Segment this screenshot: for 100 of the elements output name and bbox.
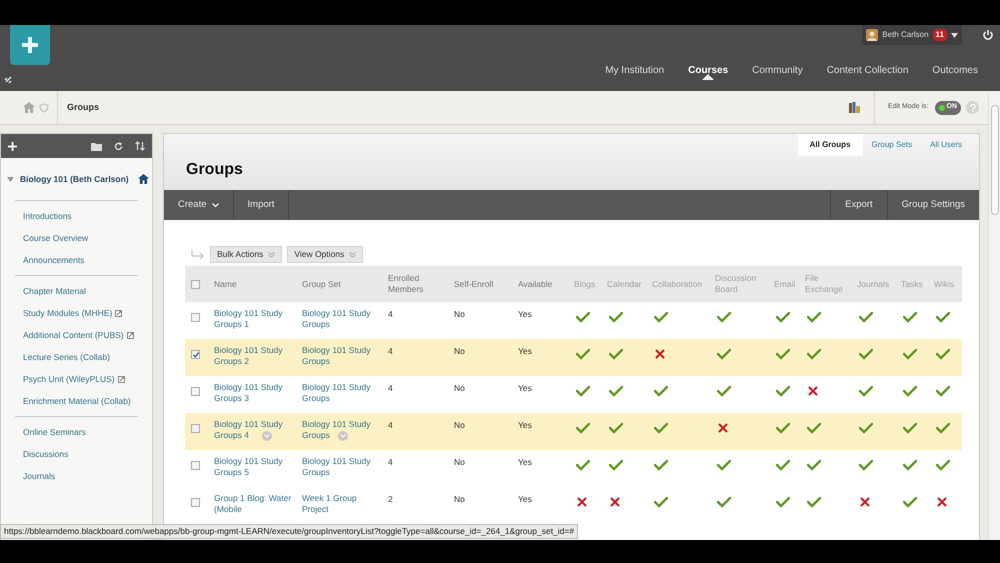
dropdown-button[interactable]: Bulk Actions <box>210 246 282 263</box>
sidebar-link[interactable]: Chapter Material <box>23 284 86 298</box>
sidebar-link[interactable]: Lecture Series (Collab) <box>23 350 110 364</box>
check-icon[interactable] <box>654 422 668 434</box>
check-icon[interactable] <box>576 348 590 360</box>
column-header[interactable]: Group Set <box>302 278 386 290</box>
check-icon[interactable] <box>609 385 623 397</box>
sidebar-link[interactable]: Discussions <box>23 448 68 460</box>
checkbox[interactable] <box>191 280 200 289</box>
folder-icon[interactable] <box>91 142 102 150</box>
checkbox[interactable] <box>191 313 200 322</box>
scrollbar[interactable] <box>988 91 1000 540</box>
cross-icon[interactable] <box>609 496 621 508</box>
check-icon[interactable] <box>936 459 950 471</box>
check-icon[interactable] <box>576 311 590 323</box>
nav-tab[interactable]: Outcomes <box>932 65 978 76</box>
checkbox[interactable] <box>191 350 200 360</box>
sidebar-link[interactable]: Study Modules (MHHE) <box>23 306 112 320</box>
nav-tab[interactable]: Courses <box>688 65 728 76</box>
sort-icon[interactable] <box>135 141 145 151</box>
check-icon[interactable] <box>609 422 623 434</box>
check-icon[interactable] <box>576 422 590 434</box>
checkbox[interactable] <box>191 424 200 434</box>
group-set-link[interactable]: Biology 101 Study Groups <box>302 456 382 478</box>
check-icon[interactable] <box>576 385 590 397</box>
group-set-link[interactable]: Biology 101 Study Groups <box>302 345 382 367</box>
check-icon[interactable] <box>576 459 590 471</box>
check-icon[interactable] <box>717 348 731 360</box>
collapse-icon[interactable] <box>7 176 14 182</box>
tab[interactable]: All Groups <box>798 134 863 156</box>
check-icon[interactable] <box>936 385 950 397</box>
cross-icon[interactable] <box>576 496 588 508</box>
sidebar-link[interactable]: Online Seminars <box>23 426 86 438</box>
action-button[interactable]: Create <box>164 190 234 220</box>
nav-tab[interactable]: My Institution <box>605 65 664 76</box>
check-icon[interactable] <box>903 348 917 360</box>
check-icon[interactable] <box>654 496 668 508</box>
logo-icon[interactable] <box>10 25 50 65</box>
check-icon[interactable] <box>903 311 917 323</box>
check-icon[interactable] <box>654 311 668 323</box>
check-icon[interactable] <box>776 385 790 397</box>
sidebar-link[interactable]: Journals <box>23 470 56 482</box>
check-icon[interactable] <box>807 311 821 323</box>
column-header[interactable]: Enrolled Members <box>388 273 452 295</box>
group-name-link[interactable]: Biology 101 Study Groups 2 <box>214 345 296 367</box>
check-icon[interactable] <box>807 459 821 471</box>
group-name-link[interactable]: Biology 101 Study Groups 3 <box>214 382 296 404</box>
cross-icon[interactable] <box>936 496 948 508</box>
check-icon[interactable] <box>859 385 873 397</box>
column-header[interactable]: Available <box>518 278 572 290</box>
check-icon[interactable] <box>859 459 873 471</box>
home-icon[interactable] <box>138 174 149 184</box>
caret-icon[interactable] <box>951 32 958 38</box>
sidebar-link[interactable]: Announcements <box>23 254 84 266</box>
cross-icon[interactable] <box>717 422 729 434</box>
column-header[interactable]: Self-Enroll <box>454 278 516 290</box>
check-icon[interactable] <box>717 496 731 508</box>
check-icon[interactable] <box>936 311 950 323</box>
nav-tab[interactable]: Content Collection <box>826 65 908 76</box>
tab[interactable]: All Users <box>920 134 971 156</box>
check-icon[interactable] <box>903 496 917 508</box>
column-header[interactable]: Name <box>214 278 300 290</box>
check-icon[interactable] <box>654 385 668 397</box>
action-button[interactable]: Export <box>830 190 887 220</box>
check-icon[interactable] <box>776 459 790 471</box>
sidebar-link[interactable]: Enrichment Material (Collab) <box>23 394 131 408</box>
check-icon[interactable] <box>776 311 790 323</box>
checkbox[interactable] <box>191 498 200 508</box>
check-icon[interactable] <box>903 422 917 434</box>
check-icon[interactable] <box>859 348 873 360</box>
cross-icon[interactable] <box>807 385 819 397</box>
power-icon[interactable] <box>982 29 994 41</box>
course-title[interactable]: Biology 101 (Beth Carlson) <box>20 172 129 186</box>
group-set-link[interactable]: Biology 101 Study Groups <box>302 382 382 404</box>
check-icon[interactable] <box>807 496 821 508</box>
check-icon[interactable] <box>717 311 731 323</box>
check-icon[interactable] <box>776 422 790 434</box>
nav-tab[interactable]: Community <box>752 65 803 76</box>
notification-badge[interactable]: 11 <box>932 29 947 41</box>
check-icon[interactable] <box>903 459 917 471</box>
sidebar-link[interactable]: Introductions <box>23 210 72 222</box>
group-set-link[interactable]: Biology 101 Study Groups <box>302 308 382 330</box>
refresh-icon[interactable] <box>114 142 123 150</box>
check-icon[interactable] <box>717 459 731 471</box>
sidebar-link[interactable]: Psych Unit (WileyPLUS) <box>23 372 115 386</box>
action-button[interactable]: Group Settings <box>886 190 979 220</box>
user-name[interactable]: Beth Carlson <box>882 29 929 41</box>
check-icon[interactable] <box>609 459 623 471</box>
add-icon[interactable] <box>8 142 17 150</box>
group-name-link[interactable]: Biology 101 Study Groups 5 <box>214 456 296 478</box>
group-set-link[interactable]: Biology 101 Study Groups <box>302 419 382 441</box>
dropdown-button[interactable]: View Options <box>287 246 364 263</box>
group-set-link[interactable]: Week 1 Group Project <box>302 493 382 515</box>
check-icon[interactable] <box>807 348 821 360</box>
check-icon[interactable] <box>776 348 790 360</box>
group-name-link[interactable]: Biology 101 Study Groups 1 <box>214 308 296 330</box>
check-icon[interactable] <box>609 348 623 360</box>
cross-icon[interactable] <box>859 496 871 508</box>
check-icon[interactable] <box>859 311 873 323</box>
checkbox[interactable] <box>191 461 200 470</box>
